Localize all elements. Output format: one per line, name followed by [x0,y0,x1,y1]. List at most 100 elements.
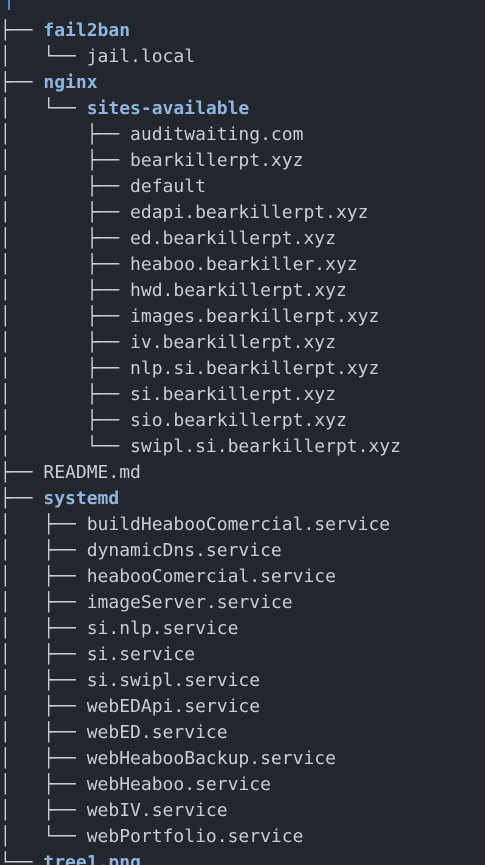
tree-dir-row: ├── nginx [0,70,98,96]
tree-branch-prefix: ├── [0,20,44,41]
tree-file-row: │ ├── heaboo.bearkiller.xyz [0,252,358,278]
tree-branch-prefix: │ ├── [0,670,87,691]
tree-file-row: │ ├── iv.bearkillerpt.xyz [0,330,336,356]
tree-file-row: │ ├── webIV.service [0,798,228,824]
tree-file-name: heabooComercial.service [86,566,336,587]
tree-file-row: │ └── jail.local [0,44,195,70]
tree-branch-prefix: │ ├── [0,358,131,379]
tree-file-name: images.bearkillerpt.xyz [130,306,380,327]
tree-branch-prefix: ├── [0,462,44,483]
tree-branch-prefix: │ ├── [0,566,87,587]
tree-file-row: │ ├── webEDApi.service [0,694,260,720]
tree-file-name: heaboo.bearkiller.xyz [130,254,358,275]
tree-file-row: │ ├── edapi.bearkillerpt.xyz [0,200,368,226]
tree-file-name: default [130,176,206,197]
tree-file-row: │ ├── webED.service [0,720,228,746]
tree-file-row: │ ├── nlp.si.bearkillerpt.xyz [0,356,379,382]
tree-file-name: jail.local [86,46,196,67]
tree-file-name: nlp.si.bearkillerpt.xyz [130,358,380,379]
cursor-mark [8,0,10,10]
tree-file-name: dynamicDns.service [86,540,282,561]
tree-file-row: │ ├── si.nlp.service [0,616,238,642]
tree-branch-prefix: │ └── [0,98,87,119]
tree-branch-prefix: │ ├── [0,618,87,639]
tree-branch-prefix: │ ├── [0,514,87,535]
tree-dir-row: ├── fail2ban [0,18,130,44]
tree-file-row: │ ├── images.bearkillerpt.xyz [0,304,379,330]
tree-file-name: webIV.service [86,800,228,821]
tree-file-row: │ ├── default [0,174,206,200]
tree-branch-prefix: │ ├── [0,696,87,717]
tree-branch-prefix: │ ├── [0,722,87,743]
tree-file-row: │ ├── auditwaiting.com [0,122,303,148]
tree-branch-prefix: │ └── [0,826,87,847]
tree-branch-prefix: │ └── [0,436,131,457]
tree-file-name: si.swipl.service [86,670,261,691]
tree-branch-prefix: └── [0,852,44,865]
tree-branch-prefix: │ ├── [0,592,87,613]
tree-file-name: si.service [86,644,196,665]
tree-dir-row: │ └── sites-available [0,96,249,122]
tree-file-row: │ ├── si.bearkillerpt.xyz [0,382,336,408]
tree-file-name: sio.bearkillerpt.xyz [130,410,347,431]
tree-branch-prefix: │ ├── [0,280,131,301]
tree-branch-prefix: │ ├── [0,124,131,145]
tree-dir-row: └── tree1.png [0,850,141,865]
tree-branch-prefix: │ ├── [0,410,131,431]
tree-branch-prefix: │ ├── [0,254,131,275]
tree-file-name: auditwaiting.com [130,124,304,145]
tree-branch-prefix: ├── [0,488,44,509]
tree-file-row: │ └── swipl.si.bearkillerpt.xyz [0,434,401,460]
tree-branch-prefix: │ ├── [0,202,131,223]
tree-branch-prefix: │ ├── [0,150,131,171]
tree-branch-prefix: │ ├── [0,176,131,197]
tree-branch-prefix: ├── [0,72,44,93]
tree-branch-prefix: │ ├── [0,800,87,821]
tree-file-row: │ ├── webHeaboo.service [0,772,271,798]
tree-file-row: │ ├── bearkillerpt.xyz [0,148,303,174]
terminal-window: ├── fail2ban │ └── jail.local ├── nginx │ └… [0,0,485,865]
tree-file-name: si.nlp.service [86,618,239,639]
tree-file-row: │ ├── si.service [0,642,195,668]
tree-file-name: webHeabooBackup.service [86,748,336,769]
tree-dir-name: tree1.png [43,852,141,865]
tree-branch-prefix: │ ├── [0,384,131,405]
tree-file-name: webEDApi.service [86,696,261,717]
tree-file-row: │ ├── imageServer.service [0,590,293,616]
tree-file-row: ├── README.md [0,460,141,486]
tree-file-name: webED.service [86,722,228,743]
tree-file-name: ed.bearkillerpt.xyz [130,228,336,249]
tree-dir-name: sites-available [86,98,250,119]
tree-file-name: README.md [43,462,141,483]
tree-branch-prefix: │ ├── [0,540,87,561]
tree-dir-row: ├── systemd [0,486,119,512]
tree-file-name: swipl.si.bearkillerpt.xyz [130,436,401,457]
tree-file-name: si.bearkillerpt.xyz [130,384,336,405]
tree-file-row: │ ├── si.swipl.service [0,668,260,694]
tree-branch-prefix: │ ├── [0,748,87,769]
tree-file-row: │ ├── buildHeabooComercial.service [0,512,390,538]
tree-file-row: │ ├── ed.bearkillerpt.xyz [0,226,336,252]
tree-file-name: hwd.bearkillerpt.xyz [130,280,347,301]
tree-branch-prefix: │ ├── [0,228,131,249]
tree-branch-prefix: │ ├── [0,774,87,795]
tree-file-name: buildHeabooComercial.service [86,514,391,535]
tree-dir-name: systemd [43,488,120,509]
tree-branch-prefix: │ ├── [0,644,87,665]
tree-dir-name: nginx [43,72,98,93]
tree-branch-prefix: │ ├── [0,306,131,327]
tree-file-row: │ ├── hwd.bearkillerpt.xyz [0,278,347,304]
tree-file-row: │ ├── webHeabooBackup.service [0,746,336,772]
tree-file-name: edapi.bearkillerpt.xyz [130,202,369,223]
tree-file-name: webPortfolio.service [86,826,304,847]
tree-file-name: iv.bearkillerpt.xyz [130,332,336,353]
tree-file-name: webHeaboo.service [86,774,271,795]
tree-file-row: │ ├── sio.bearkillerpt.xyz [0,408,347,434]
tree-file-name: bearkillerpt.xyz [130,150,304,171]
tree-file-row: │ └── webPortfolio.service [0,824,303,850]
tree-dir-name: fail2ban [43,20,131,41]
tree-file-row: │ ├── heabooComercial.service [0,564,336,590]
tree-branch-prefix: │ └── [0,46,87,67]
tree-branch-prefix: │ ├── [0,332,131,353]
tree-file-name: imageServer.service [86,592,293,613]
